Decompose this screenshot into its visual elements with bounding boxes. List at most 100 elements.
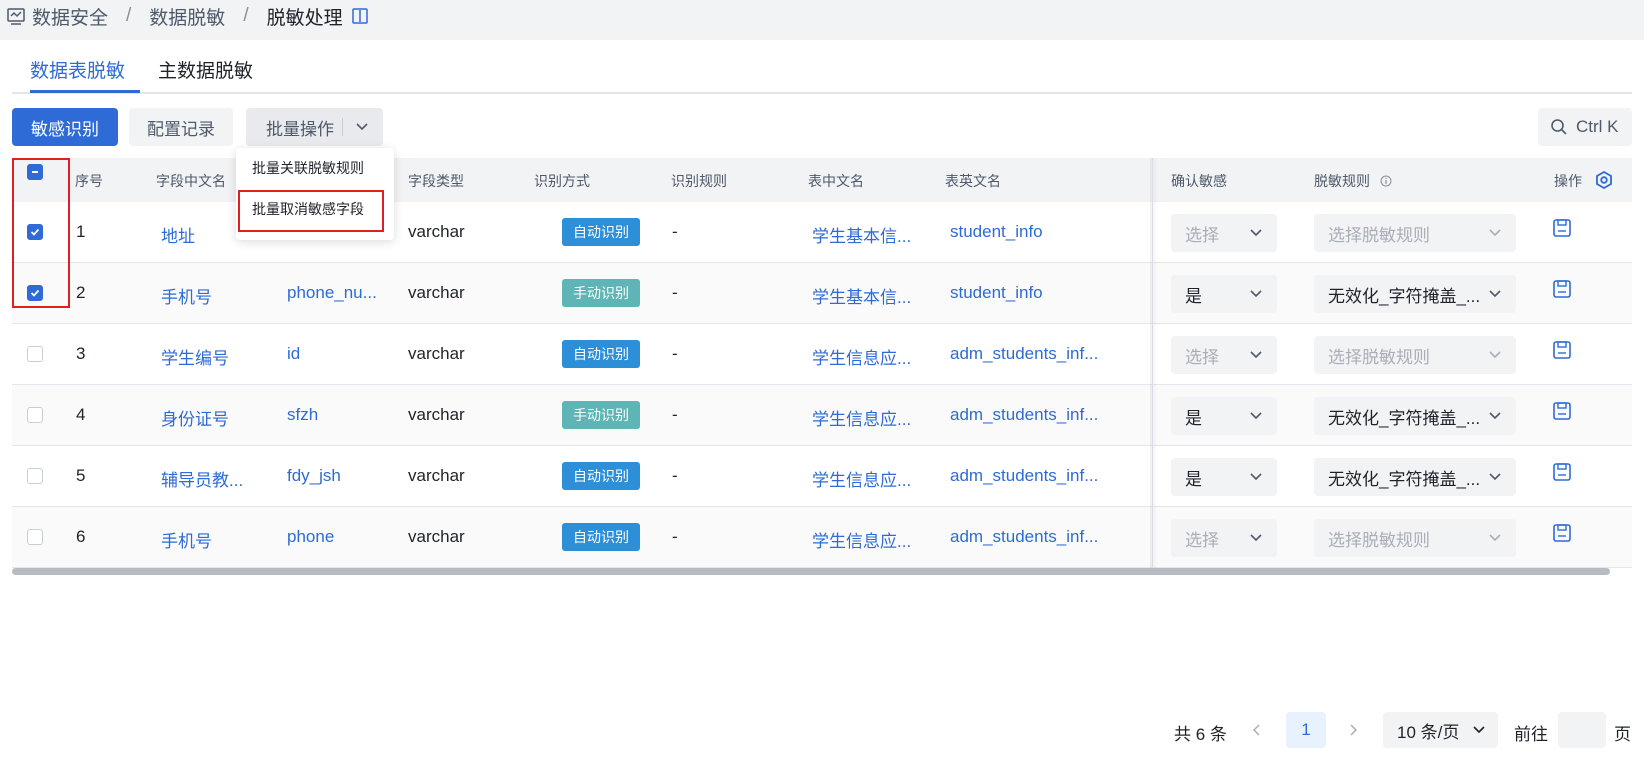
batch-operation-button[interactable]: 批量操作 [246,108,383,146]
cell-table-cn[interactable]: 学生信息应... [812,527,911,552]
goto-page-input[interactable] [1558,712,1606,748]
row-checkbox[interactable] [27,468,43,484]
mask-rule-value: 无效化_字符掩盖_... [1328,408,1481,428]
cell-rule: - [672,283,678,302]
breadcrumb-separator: / [243,5,249,26]
config-records-button[interactable]: 配置记录 [129,108,233,146]
menu-item-batch-link-rule[interactable]: 批量关联脱敏规则 [252,158,364,178]
save-icon[interactable] [1552,218,1572,238]
cell-table-cn[interactable]: 学生信息应... [812,405,911,430]
page-size-select[interactable]: 10 条/页 [1383,712,1498,748]
cell-table-cn[interactable]: 学生信息应... [812,466,911,491]
breadcrumb-item-data-security[interactable]: 数据安全 [32,3,108,30]
prev-page-icon[interactable] [1250,722,1264,738]
cell-field-type: varchar [408,405,465,424]
cell-cn-name[interactable]: 地址 [161,222,195,247]
cell-en-name[interactable]: id [287,344,300,364]
mask-rule-select[interactable]: 无效化_字符掩盖_... [1314,275,1516,313]
row-checkbox[interactable] [27,407,43,423]
cell-table-cn[interactable]: 学生信息应... [812,344,911,369]
cell-cn-name[interactable]: 身份证号 [161,405,229,430]
mask-rule-select[interactable]: 选择脱敏规则 [1314,214,1516,252]
confirm-sensitive-select[interactable]: 选择 [1171,519,1277,557]
breadcrumb-item-data-masking[interactable]: 数据脱敏 [149,3,225,30]
breadcrumb-separator: / [126,5,132,26]
cell-table-en[interactable]: adm_students_inf... [950,405,1098,425]
confirm-sensitive-select[interactable]: 是 [1171,397,1277,435]
cell-en-name[interactable]: phone [287,527,334,547]
search-button[interactable]: Ctrl K [1538,108,1632,146]
mask-rule-select[interactable]: 无效化_字符掩盖_... [1314,458,1516,496]
confirm-sensitive-value: 选择 [1185,225,1219,245]
cell-table-cn[interactable]: 学生基本信... [812,222,911,247]
cell-index: 3 [76,344,86,363]
info-icon[interactable] [1380,175,1392,187]
next-page-icon[interactable] [1346,722,1360,738]
chevron-down-icon[interactable] [354,120,370,134]
mask-rule-select[interactable]: 选择脱敏规则 [1314,519,1516,557]
tab-master-data-masking[interactable]: 主数据脱敏 [158,56,253,83]
method-tag: 自动识别 [562,523,640,551]
page-size-value: 10 条/页 [1397,722,1460,742]
cell-rule: - [672,344,678,363]
table-row: 5 辅导员教... fdy_jsh varchar 自动识别 - 学生信息应... adm_s… [12,446,1632,507]
save-icon[interactable] [1552,462,1572,482]
row-checkbox[interactable] [27,529,43,545]
confirm-sensitive-select[interactable]: 选择 [1171,214,1277,252]
cell-table-en[interactable]: student_info [950,222,1043,242]
cell-table-en[interactable]: adm_students_inf... [950,527,1098,547]
table-row: 4 身份证号 sfzh varchar 手动识别 - 学生信息应... adm_student… [12,385,1632,446]
cell-field-type: varchar [408,466,465,485]
breadcrumb-item-current: 脱敏处理 [266,7,343,29]
confirm-sensitive-value: 选择 [1185,530,1219,550]
mask-rule-value: 选择脱敏规则 [1328,530,1430,550]
cell-index: 5 [76,466,86,485]
header-cn-name: 字段中文名 [156,173,226,189]
cell-table-en[interactable]: student_info [950,283,1043,303]
goto-prefix: 前往 [1514,725,1548,744]
save-icon[interactable] [1552,340,1572,360]
mask-rule-value: 选择脱敏规则 [1328,347,1430,367]
cell-field-type: varchar [408,527,465,546]
chevron-down-icon [1250,412,1262,420]
confirm-sensitive-select[interactable]: 是 [1171,458,1277,496]
save-icon[interactable] [1552,279,1572,299]
header-mask-rule-label: 脱敏规则 [1314,173,1370,189]
cell-table-en[interactable]: adm_students_inf... [950,344,1098,364]
cell-cn-name[interactable]: 辅导员教... [161,466,243,491]
cell-cn-name[interactable]: 学生编号 [161,344,229,369]
pagination-total: 共 6 条 [1174,725,1227,744]
cell-en-name[interactable]: phone_nu... [287,283,377,303]
cell-en-name[interactable]: sfzh [287,405,318,425]
confirm-sensitive-value: 选择 [1185,347,1219,367]
page-number-current[interactable]: 1 [1286,712,1326,748]
confirm-sensitive-select[interactable]: 选择 [1171,336,1277,374]
cell-cn-name[interactable]: 手机号 [161,283,212,308]
chevron-down-icon [1489,412,1501,420]
table-row: 6 手机号 phone varchar 自动识别 - 学生信息应... adm_student… [12,507,1632,568]
confirm-sensitive-select[interactable]: 是 [1171,275,1277,313]
chevron-down-icon [1489,473,1501,481]
mask-rule-select[interactable]: 无效化_字符掩盖_... [1314,397,1516,435]
row-checkbox[interactable] [27,346,43,362]
table-row: 3 学生编号 id varchar 自动识别 - 学生信息应... adm_students_… [12,324,1632,385]
cell-table-en[interactable]: adm_students_inf... [950,466,1098,486]
book-icon[interactable] [351,7,369,25]
cell-en-name[interactable]: fdy_jsh [287,466,341,486]
menu-item-highlight-box [238,190,384,232]
cell-rule: - [672,527,678,546]
cell-rule: - [672,466,678,485]
tab-table-masking[interactable]: 数据表脱敏 [30,56,125,83]
save-icon[interactable] [1552,401,1572,421]
cell-table-cn[interactable]: 学生基本信... [812,283,911,308]
mask-rule-value: 无效化_字符掩盖_... [1328,286,1481,306]
save-icon[interactable] [1552,523,1572,543]
column-settings-icon[interactable] [1594,170,1614,190]
mask-rule-select[interactable]: 选择脱敏规则 [1314,336,1516,374]
chevron-down-icon [1489,534,1501,542]
header-method: 识别方式 [534,173,590,189]
horizontal-scrollbar[interactable] [12,568,1610,575]
sensitive-identify-button[interactable]: 敏感识别 [12,108,118,146]
cell-cn-name[interactable]: 手机号 [161,527,212,552]
goto-suffix: 页 [1614,725,1631,744]
